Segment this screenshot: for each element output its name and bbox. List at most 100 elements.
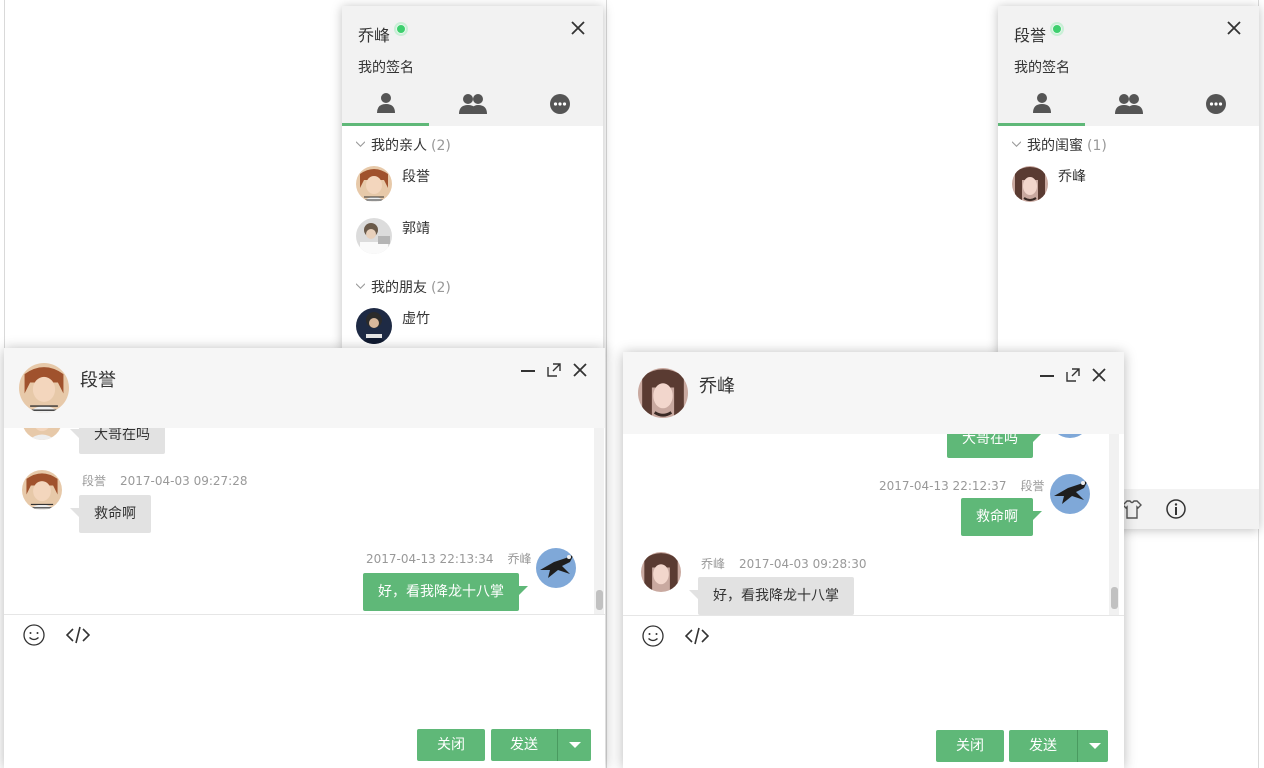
close-icon[interactable]: [570, 20, 586, 36]
minimize-icon[interactable]: [520, 362, 536, 378]
message-sender: 段誉: [1020, 479, 1045, 493]
friend-item[interactable]: 乔峰: [1012, 166, 1242, 206]
group-icon: [1114, 94, 1143, 114]
background-window-edge: [606, 0, 607, 768]
tab-friends[interactable]: [998, 82, 1085, 126]
chat-window-qiaofeng: 乔峰 大哥在吗 2017-04-13 22:12:37 段誉 救命啊 乔峰 2017…: [623, 352, 1124, 768]
tab-group[interactable]: [429, 82, 516, 126]
avatar: [1012, 166, 1048, 202]
maximize-icon[interactable]: [1065, 367, 1081, 383]
tab-history[interactable]: [1172, 82, 1259, 126]
avatar: [22, 470, 62, 510]
message-time: 2017-04-03 09:28:30: [739, 557, 867, 571]
chevron-down-icon: [1012, 141, 1021, 147]
friend-item[interactable]: 虚竹: [356, 308, 586, 348]
message-sender: 乔峰: [507, 552, 532, 566]
online-status-icon: [396, 24, 406, 34]
chat-title: 乔峰: [699, 376, 735, 397]
close-icon[interactable]: [572, 362, 588, 378]
send-button[interactable]: 发送: [1009, 730, 1077, 762]
group-count: (2): [431, 138, 451, 154]
history-icon: [549, 94, 570, 114]
maximize-icon[interactable]: [546, 362, 562, 378]
chat-window-duanyu: 段誉 大哥在吗 段誉 2017-04-03 09:27:28 救命啊 2017-0…: [4, 348, 605, 768]
chat-avatar: [19, 363, 69, 413]
chat-toolbar: [4, 614, 605, 654]
info-icon[interactable]: [1164, 497, 1188, 521]
close-icon[interactable]: [1091, 367, 1107, 383]
message-meta: 乔峰 2017-04-03 09:28:30: [701, 555, 866, 572]
message-time: 2017-04-13 22:13:34: [366, 552, 494, 566]
close-button[interactable]: 关闭: [936, 730, 1004, 762]
message-sender: 乔峰: [701, 557, 726, 571]
group-title: 我的闺蜜: [1027, 138, 1083, 154]
emoji-icon[interactable]: [22, 623, 46, 647]
avatar: [1050, 474, 1090, 514]
message-meta: 2017-04-13 22:13:34 乔峰: [366, 550, 531, 567]
friend-group[interactable]: 我的亲人 (2): [356, 135, 451, 155]
friend-item[interactable]: 段誉: [356, 166, 586, 206]
scrollbar[interactable]: [594, 428, 604, 614]
message-list: 大哥在吗 段誉 2017-04-03 09:27:28 救命啊 2017-04-1…: [4, 428, 605, 614]
message-bubble: 大哥在吗: [947, 434, 1042, 458]
panel-signature: 我的签名: [358, 60, 414, 76]
group-icon: [458, 94, 487, 114]
send-options-dropdown[interactable]: [557, 729, 591, 761]
panel-header: 乔峰 我的签名: [342, 6, 603, 126]
message-meta: 段誉 2017-04-03 09:27:28: [82, 472, 247, 489]
group-count: (1): [1087, 138, 1107, 154]
tab-group[interactable]: [1085, 82, 1172, 126]
group-count: (2): [431, 280, 451, 296]
chevron-down-icon: [356, 141, 365, 147]
scrollbar-thumb[interactable]: [596, 590, 603, 610]
minimize-icon[interactable]: [1039, 367, 1055, 383]
panel-signature: 我的签名: [1014, 60, 1070, 76]
message-list: 大哥在吗 2017-04-13 22:12:37 段誉 救命啊 乔峰 2017-04…: [623, 434, 1124, 615]
friend-item[interactable]: 郭靖: [356, 218, 586, 258]
chat-title: 段誉: [80, 370, 116, 391]
message-time: 2017-04-03 09:27:28: [120, 474, 248, 488]
avatar: [356, 166, 392, 202]
scrollbar-thumb[interactable]: [1111, 587, 1118, 609]
chat-header: 段誉: [4, 348, 605, 428]
message-meta: 2017-04-13 22:12:37 段誉: [879, 477, 1044, 494]
send-button[interactable]: 发送: [491, 729, 557, 761]
tab-friends[interactable]: [342, 82, 429, 126]
message-bubble: 救命啊: [961, 498, 1042, 536]
tab-history[interactable]: [516, 82, 603, 126]
friend-name: 虚竹: [402, 311, 430, 327]
avatar: [22, 428, 62, 440]
avatar: [536, 548, 576, 588]
avatar: [1050, 434, 1090, 438]
friend-name: 郭靖: [402, 221, 430, 237]
friend-group[interactable]: 我的闺蜜 (1): [1012, 135, 1107, 155]
panel-username: 乔峰: [358, 26, 391, 45]
message-bubble: 好，看我降龙十八掌: [363, 573, 528, 611]
code-icon[interactable]: [685, 624, 709, 648]
contact-panel-qiaofeng: 乔峰 我的签名 我的亲人 (2) 段誉 郭靖 我的朋友 (2) 虚竹: [342, 6, 603, 352]
code-icon[interactable]: [66, 623, 90, 647]
group-title: 我的朋友: [371, 280, 427, 296]
message-sender: 段誉: [82, 474, 107, 488]
history-icon: [1205, 94, 1226, 114]
close-icon[interactable]: [1226, 20, 1242, 36]
panel-header: 段誉 我的签名: [998, 6, 1259, 126]
chat-avatar: [638, 368, 688, 418]
scrollbar[interactable]: [1109, 434, 1119, 615]
message-bubble: 救命啊: [70, 495, 151, 533]
avatar: [641, 552, 681, 592]
chat-header: 乔峰: [623, 352, 1124, 434]
send-options-dropdown[interactable]: [1077, 730, 1108, 762]
emoji-icon[interactable]: [641, 624, 665, 648]
group-title: 我的亲人: [371, 138, 427, 154]
friend-name: 段誉: [402, 169, 430, 185]
message-bubble: 好，看我降龙十八掌: [689, 577, 854, 615]
friends-icon: [376, 92, 395, 113]
panel-username: 段誉: [1014, 26, 1047, 45]
friend-group[interactable]: 我的朋友 (2): [356, 277, 451, 297]
friends-icon: [1032, 92, 1051, 113]
friend-name: 乔峰: [1058, 169, 1086, 185]
message-time: 2017-04-13 22:12:37: [879, 479, 1007, 493]
online-status-icon: [1052, 24, 1062, 34]
close-button[interactable]: 关闭: [417, 729, 485, 761]
